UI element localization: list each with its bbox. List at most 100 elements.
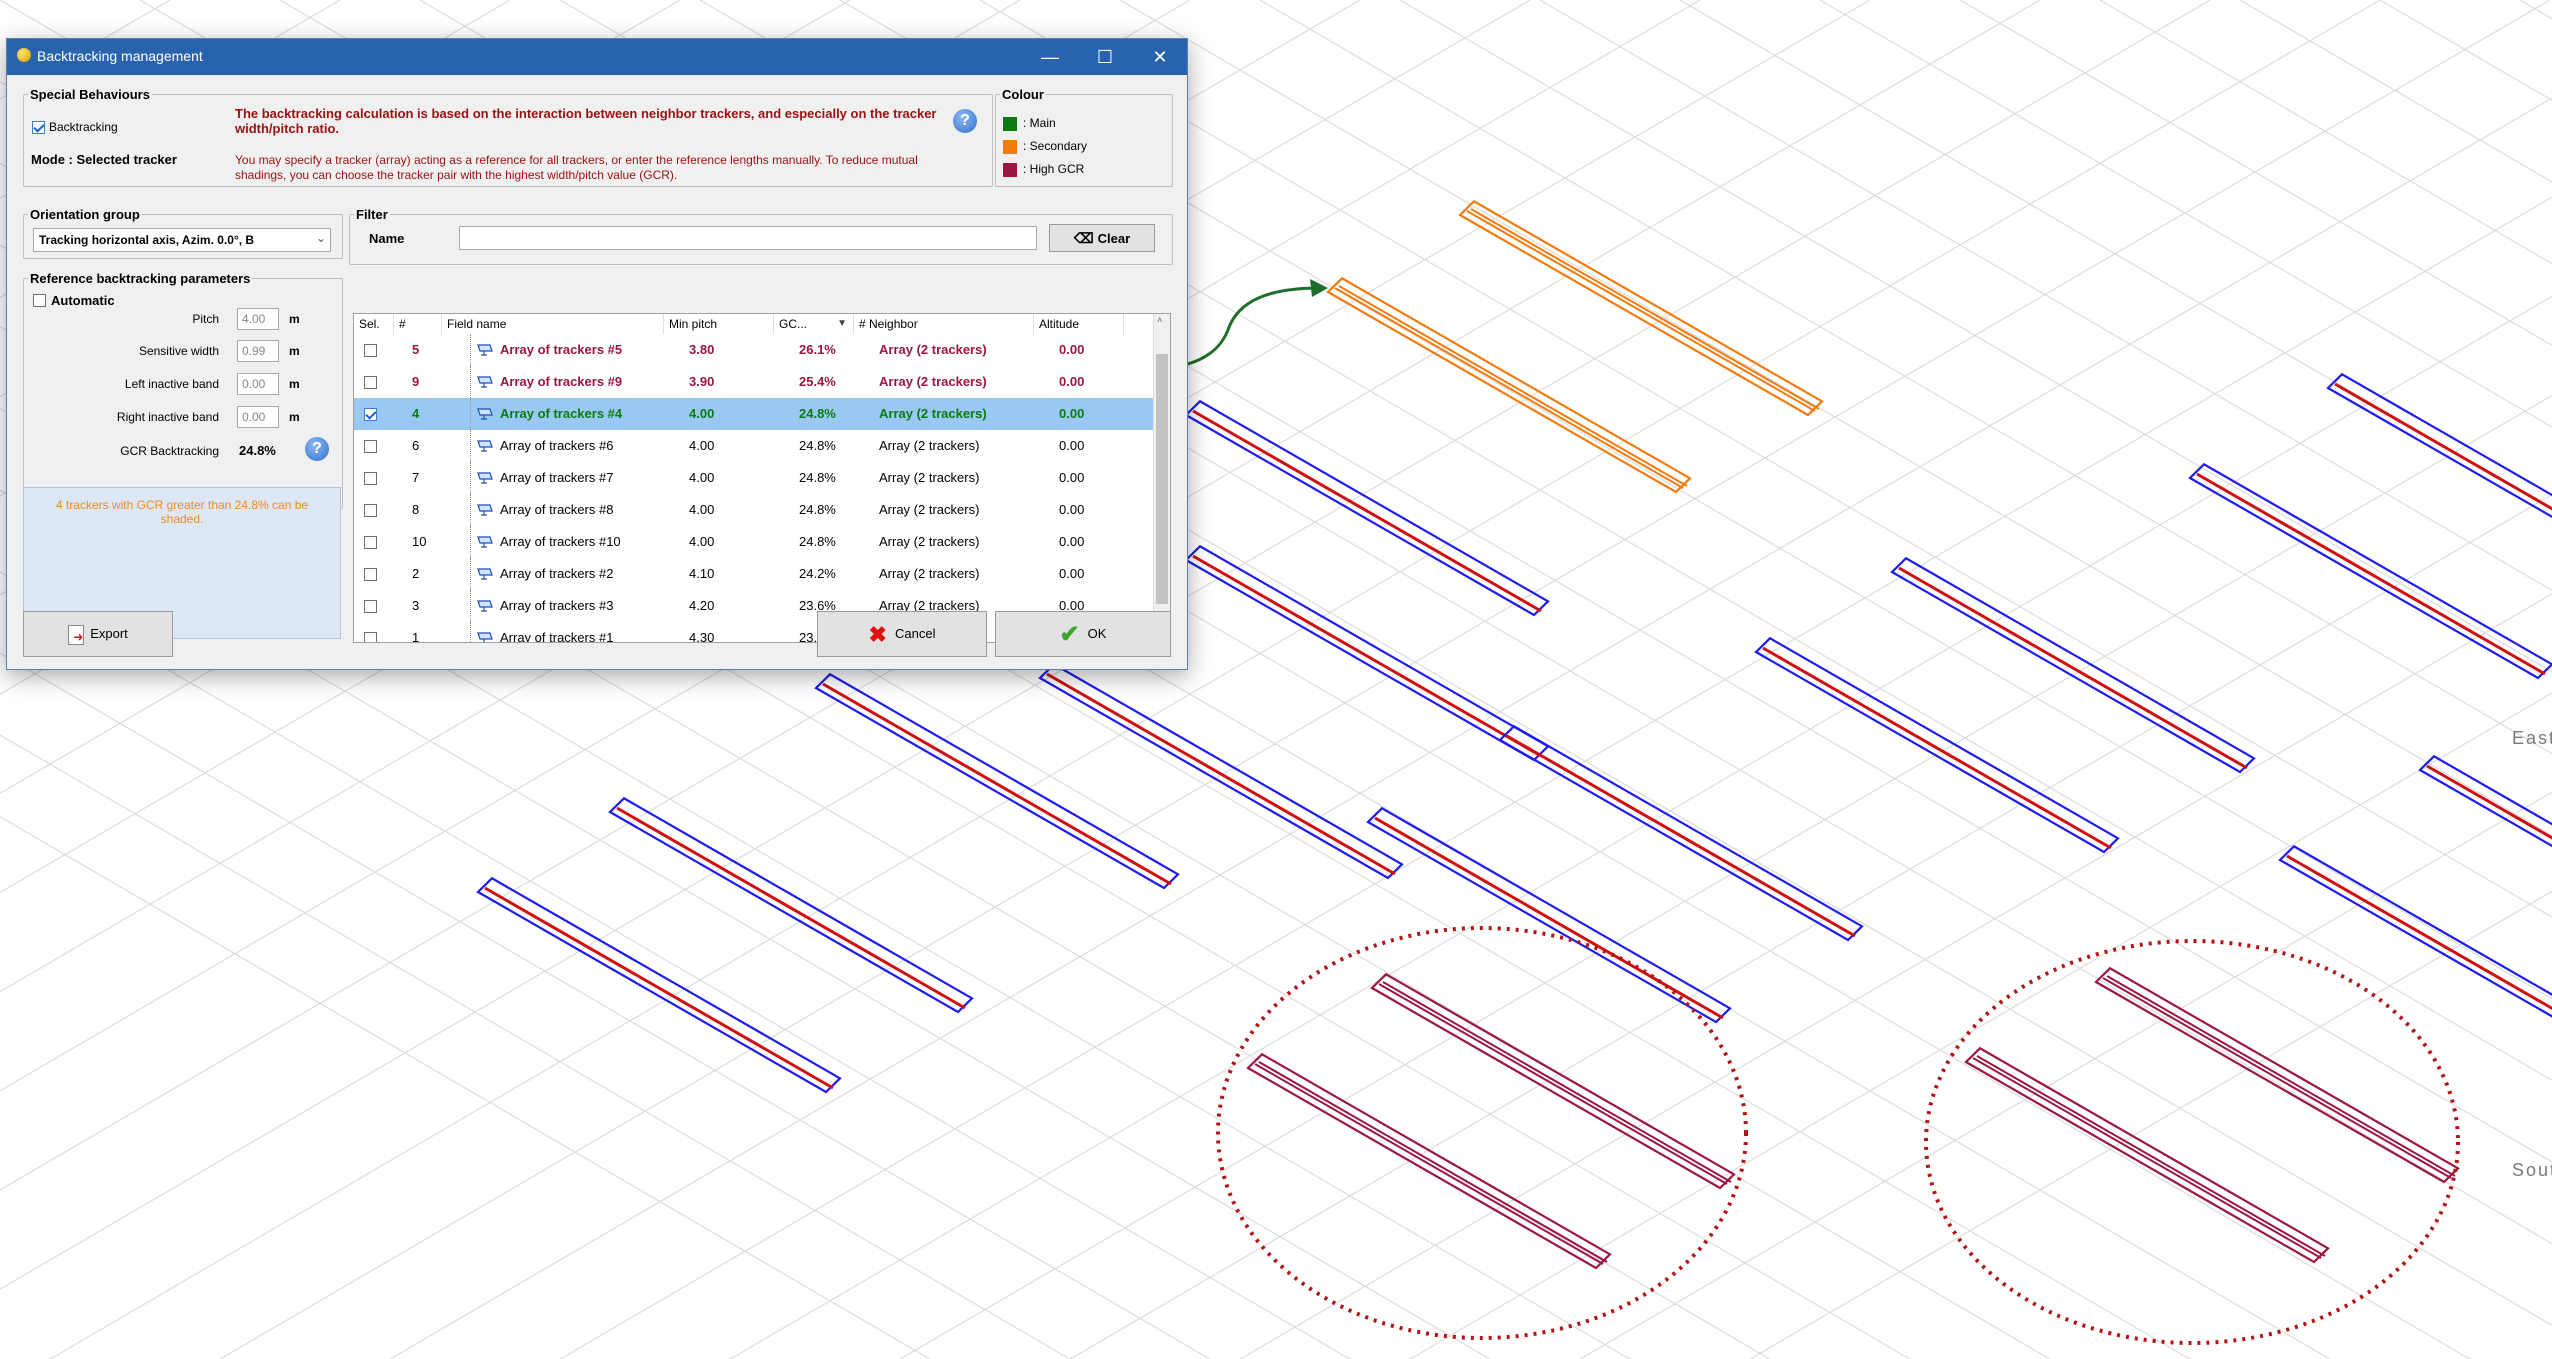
row-gcr: 26.1%: [799, 342, 836, 357]
table-row[interactable]: 7 Array of trackers #7 4.00 24.8% Array (2 t…: [354, 462, 1154, 494]
ok-button[interactable]: ✔ OK: [995, 611, 1171, 657]
ok-label: OK: [1087, 626, 1107, 641]
info-text: You may specify a tracker (array) acting…: [235, 153, 918, 182]
table-row[interactable]: 8 Array of trackers #8 4.00 24.8% Array (2 t…: [354, 494, 1154, 526]
left-inactive-band-input[interactable]: 0.00: [237, 373, 279, 395]
table-scrollbar[interactable]: ˄ ˅: [1153, 314, 1170, 642]
tracker-row: [2278, 844, 2552, 1018]
row-select-checkbox[interactable]: [364, 376, 377, 389]
row-select-checkbox[interactable]: [364, 472, 377, 485]
row-altitude: 0.00: [1059, 566, 1085, 581]
tracker-array-icon: [477, 408, 493, 420]
backtracking-checkbox[interactable]: [32, 121, 45, 134]
tracker-row: [2418, 754, 2552, 848]
row-field-name: Array of trackers #8: [500, 502, 614, 517]
right-inactive-band-label: Right inactive band: [116, 410, 219, 424]
row-gcr: 24.8%: [799, 534, 836, 549]
header-min-pitch[interactable]: Min pitch: [664, 314, 774, 334]
minimize-button[interactable]: —: [1027, 39, 1073, 75]
tree-connector: [470, 398, 471, 430]
table-row[interactable]: 2 Array of trackers #2 4.10 24.2% Array (2 t…: [354, 558, 1154, 590]
scrollbar-thumb[interactable]: [1156, 354, 1168, 604]
row-field-name: Array of trackers #2: [500, 566, 614, 581]
filter-name-label: Name: [369, 231, 405, 246]
header-gcr-label: GC...: [779, 317, 808, 331]
tree-connector: [470, 334, 471, 366]
row-min-pitch: 4.00: [689, 406, 715, 421]
row-select-checkbox[interactable]: [364, 600, 377, 613]
cancel-button[interactable]: ✖ Cancel: [817, 611, 987, 657]
tracker-array-icon: [477, 536, 493, 548]
row-select-checkbox[interactable]: [364, 536, 377, 549]
row-altitude: 0.00: [1059, 502, 1085, 517]
tracker-row: [2188, 462, 2552, 680]
table-row[interactable]: 6 Array of trackers #6 4.00 24.8% Array (2 t…: [354, 430, 1154, 462]
main-colour-swatch: [1003, 117, 1017, 131]
header-field-name[interactable]: Field name: [442, 314, 664, 334]
export-button[interactable]: ➜ Export: [23, 611, 173, 657]
row-min-pitch: 3.90: [689, 374, 715, 389]
left-inactive-band-label: Left inactive band: [124, 377, 219, 391]
row-neighbor: Array (2 trackers): [879, 438, 980, 453]
tracker-row: [1038, 662, 1404, 880]
filter-name-input[interactable]: [459, 226, 1037, 250]
row-select-checkbox[interactable]: [364, 408, 377, 421]
tracker-array-icon: [477, 440, 493, 452]
table-row[interactable]: 5 Array of trackers #5 3.80 26.1% Array (2 t…: [354, 334, 1154, 366]
tree-connector: [470, 462, 471, 494]
row-neighbor: Array (2 trackers): [879, 342, 987, 357]
east-label: East: [2512, 728, 2552, 748]
high-gcr-colour-swatch: [1003, 163, 1017, 177]
grid-line: [2519, 0, 2552, 20]
tracker-row: [608, 796, 974, 1014]
table-row[interactable]: 4 Array of trackers #4 4.00 24.8% Array (2 t…: [354, 398, 1154, 430]
row-gcr: 24.8%: [799, 502, 836, 517]
header-altitude[interactable]: Altitude: [1034, 314, 1124, 334]
tracker-row-high-gcr: [1964, 1046, 2330, 1264]
row-altitude: 0.00: [1059, 406, 1085, 421]
link-arrow-head: [1310, 279, 1328, 297]
table-row[interactable]: 10 Array of trackers #10 4.00 24.8% Array (2…: [354, 526, 1154, 558]
maximize-button[interactable]: ☐: [1082, 39, 1128, 75]
pitch-input[interactable]: 4.00: [237, 308, 279, 330]
row-neighbor: Array (2 trackers): [879, 566, 980, 581]
automatic-checkbox[interactable]: [33, 294, 46, 307]
row-altitude: 0.00: [1059, 374, 1085, 389]
row-number: 8: [412, 502, 420, 517]
header-number[interactable]: #: [394, 314, 442, 334]
orientation-select[interactable]: Tracking horizontal axis, Azim. 0.0°, B …: [33, 228, 331, 252]
reference-params-legend: Reference backtracking parameters: [30, 271, 251, 286]
row-min-pitch: 4.20: [689, 598, 715, 613]
scroll-up-icon[interactable]: ˄: [1157, 315, 1162, 325]
row-min-pitch: 4.30: [689, 630, 715, 643]
clear-button[interactable]: ⌫ Clear: [1049, 224, 1155, 252]
filter-legend: Filter: [356, 207, 388, 222]
row-field-name: Array of trackers #6: [500, 438, 614, 453]
app-icon: [17, 48, 31, 62]
main-colour-label: : Main: [1023, 116, 1056, 130]
header-gcr[interactable]: GC... ▼: [774, 314, 854, 334]
header-sel[interactable]: Sel.: [354, 314, 394, 334]
row-select-checkbox[interactable]: [364, 344, 377, 357]
right-inactive-band-input[interactable]: 0.00: [237, 406, 279, 428]
sort-desc-icon: ▼: [837, 318, 847, 329]
tracker-array-icon: [477, 504, 493, 516]
row-gcr: 25.4%: [799, 374, 836, 389]
window-title: Backtracking management: [37, 48, 203, 64]
sensitive-width-input[interactable]: 0.99: [237, 340, 279, 362]
row-select-checkbox[interactable]: [364, 568, 377, 581]
row-select-checkbox[interactable]: [364, 440, 377, 453]
row-select-checkbox[interactable]: [364, 504, 377, 517]
header-neighbor[interactable]: # Neighbor: [854, 314, 1034, 334]
export-label: Export: [90, 626, 128, 641]
close-button[interactable]: ✕: [1137, 39, 1183, 75]
help-icon[interactable]: ?: [953, 109, 977, 133]
tree-connector: [470, 526, 471, 558]
shaded-zone-circle-1: [1216, 926, 1748, 1340]
right-inactive-band-unit: m: [289, 410, 300, 424]
ok-icon: ✔: [1059, 620, 1080, 648]
gcr-help-icon[interactable]: ?: [305, 437, 329, 461]
row-select-checkbox[interactable]: [364, 632, 377, 642]
title-bar[interactable]: Backtracking management — ☐ ✕: [7, 39, 1187, 75]
table-row[interactable]: 9 Array of trackers #9 3.90 25.4% Array (2 t…: [354, 366, 1154, 398]
